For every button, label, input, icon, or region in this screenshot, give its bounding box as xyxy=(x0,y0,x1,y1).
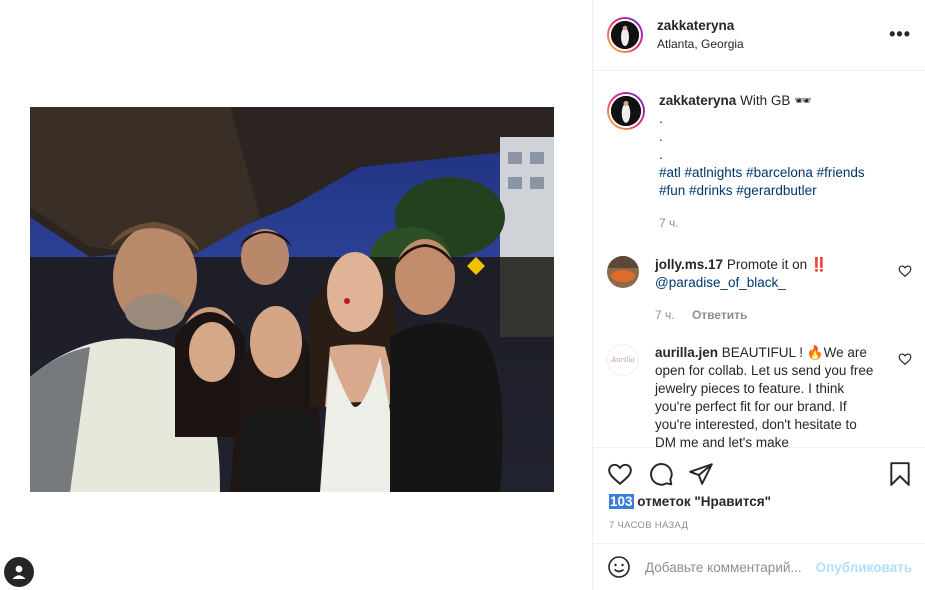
bookmark-icon[interactable] xyxy=(888,461,912,487)
media-area xyxy=(0,0,592,590)
comment-text: BEAUTIFUL ! 🔥We are open for collab. Let… xyxy=(655,345,874,447)
post-actions: 103 отметок "Нравится" 7 часов назад xyxy=(593,447,925,543)
comment-item: Aurilla aurilla.jen BEAUTIFUL ! 🔥We are … xyxy=(607,344,912,447)
post-location[interactable]: Atlanta, Georgia xyxy=(657,35,744,53)
comments-list: zakkateryna With GB 🕶 . . . #atl #atlnig… xyxy=(593,72,925,447)
caption-hashtags[interactable]: #atl #atlnights #barcelona #friends xyxy=(659,164,884,182)
commenter-avatar-image xyxy=(607,256,639,288)
likes-number: 103 xyxy=(609,494,634,509)
commenter-avatar[interactable] xyxy=(607,256,639,288)
comment-username[interactable]: aurilla.jen xyxy=(655,345,718,360)
add-comment-bar: Добавьте комментарий... Опубликовать xyxy=(593,543,925,590)
comment-username[interactable]: jolly.ms.17 xyxy=(655,257,723,272)
comment-icon[interactable] xyxy=(648,461,674,487)
post-timestamp[interactable]: 7 часов назад xyxy=(609,520,688,531)
caption-avatar[interactable] xyxy=(607,92,645,130)
comment-item: jolly.ms.17 Promote it on ‼️ @paradise_o… xyxy=(607,256,912,324)
post-header: zakkateryna Atlanta, Georgia ••• xyxy=(593,0,925,71)
emoji-icon[interactable] xyxy=(607,555,631,579)
author-avatar[interactable] xyxy=(607,17,643,53)
author-username[interactable]: zakkateryna xyxy=(657,17,744,35)
likes-count[interactable]: 103 отметок "Нравится" xyxy=(609,494,771,509)
commenter-avatar-text: Aurilla xyxy=(611,356,635,364)
likes-label: отметок "Нравится" xyxy=(637,494,772,509)
comment-time[interactable]: 7 ч. xyxy=(655,308,675,322)
comment-like-heart-icon[interactable] xyxy=(898,264,912,278)
comment-like-heart-icon[interactable] xyxy=(898,352,912,366)
post-photo[interactable] xyxy=(30,107,554,492)
commenter-avatar[interactable]: Aurilla xyxy=(607,344,639,376)
publish-button[interactable]: Опубликовать xyxy=(816,560,912,575)
avatar-image xyxy=(611,21,639,49)
caption-text: With GB 🕶 xyxy=(740,93,812,108)
caption-username[interactable]: zakkateryna xyxy=(659,93,736,108)
profile-icon[interactable] xyxy=(4,557,34,587)
more-icon[interactable]: ••• xyxy=(889,25,911,43)
caption-dot: . xyxy=(659,129,663,144)
heart-icon[interactable] xyxy=(607,461,633,487)
caption-time[interactable]: 7 ч. xyxy=(659,214,884,232)
reply-button[interactable]: Ответить xyxy=(692,308,747,322)
comment-input[interactable]: Добавьте комментарий... xyxy=(645,560,810,575)
post-side-panel: zakkateryna Atlanta, Georgia ••• zakkate… xyxy=(592,0,925,590)
caption-dot: . xyxy=(659,147,663,162)
caption-hashtags[interactable]: #fun #drinks #gerardbutler xyxy=(659,182,884,200)
profile-glyph xyxy=(12,565,26,579)
caption-avatar-image xyxy=(611,96,641,126)
comment-mention[interactable]: @paradise_of_black_ xyxy=(655,274,880,292)
caption-row: zakkateryna With GB 🕶 . . . #atl #atlnig… xyxy=(607,92,912,232)
caption-dot: . xyxy=(659,111,663,126)
share-icon[interactable] xyxy=(688,461,714,487)
photo-illustration xyxy=(30,107,554,492)
comment-text: Promote it on ‼️ xyxy=(726,257,828,272)
